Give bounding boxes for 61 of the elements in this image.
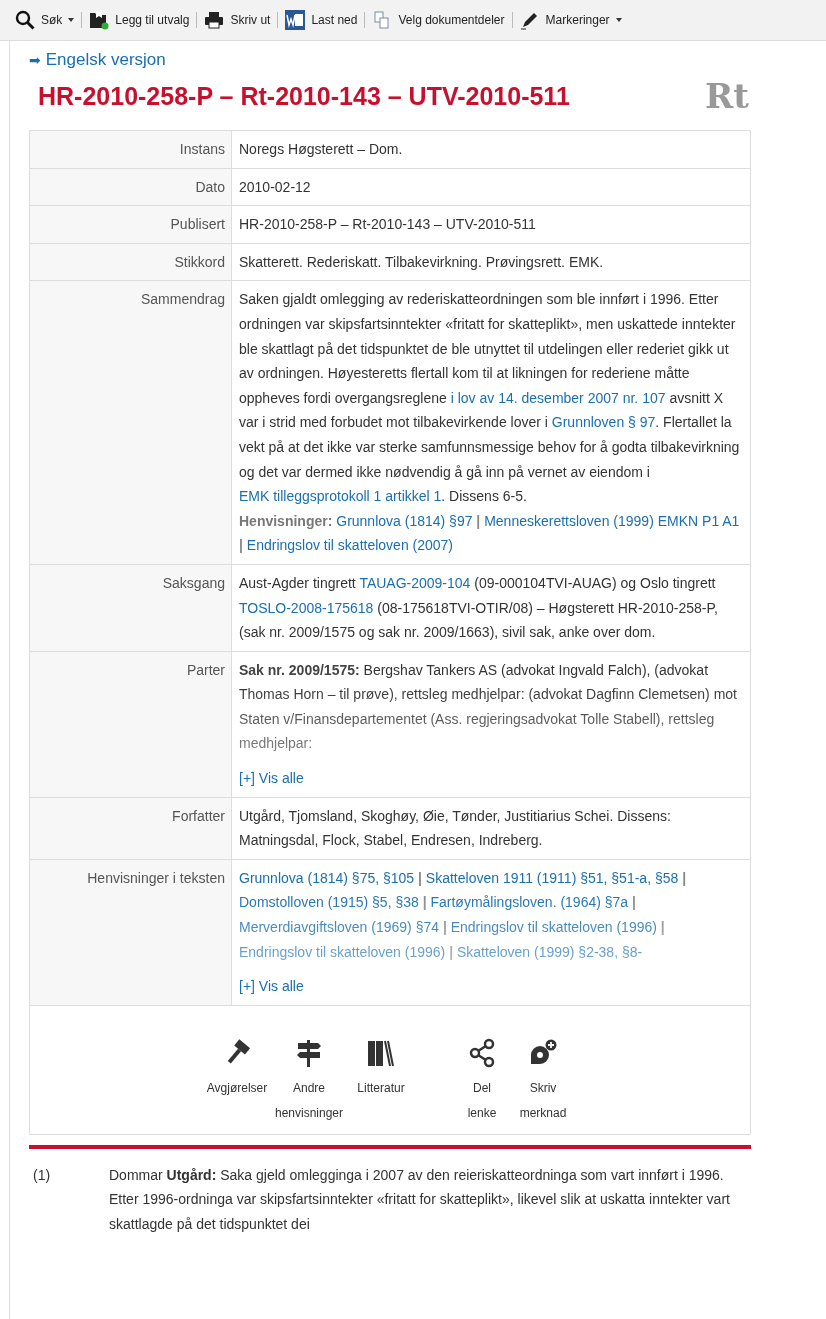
- field-value: Aust-Agder tingrett TAUAG-2009-104 (09-000104TVI-AUAG) og Oslo tingrett TOSLO-2008-175618 (08-175618TVI-OTIR/08) – Høgsterett HR-2010-258-P, (sak nr. 2009/1575 og sak nr. 2009/1663), sivil sak, anke over dom.: [239, 573, 719, 643]
- link[interactable]: §58: [654, 869, 679, 886]
- link[interactable]: Endringslov til skatteloven (2007): [246, 537, 454, 554]
- link[interactable]: Merverdiavgiftsloven (1969) §74: [239, 919, 439, 936]
- field-label: Stikkord: [30, 243, 232, 281]
- link[interactable]: Grunnloven § 97: [551, 414, 656, 431]
- pen-icon: [519, 10, 540, 30]
- action-button[interactable]: Del lenke: [460, 1037, 504, 1126]
- link[interactable]: Domstolloven (1915) §5, §38: [239, 894, 419, 911]
- link[interactable]: Grunnlova (1814) §97: [336, 512, 473, 529]
- toolbar-button[interactable]: Legg til utvalg: [86, 8, 193, 32]
- field-label: Instans: [30, 131, 232, 168]
- field-label: Dato: [30, 168, 232, 206]
- link[interactable]: TOSLO-2008-175618: [239, 599, 374, 616]
- action-button[interactable]: Litteratur: [348, 1037, 414, 1126]
- caret-icon: [68, 18, 75, 22]
- link[interactable]: i lov av 14. desember 2007 nr. 107: [450, 389, 666, 406]
- field-label: Henvisninger i teksten: [30, 859, 232, 1005]
- link[interactable]: EMKN P1 A1: [657, 512, 740, 529]
- paragraph-text: Dommar Utgård: Saka gjeld omlegginga i 2007 av den reieriskatteordninga som vart innført i 1996. Etter 1996-ordninga var skipsfartsinntekter «fritatt for skatteplikt», likevel slik at uskatta inntekter vart skattlagde på det tidspunktet dei: [109, 1165, 731, 1234]
- toolbar-button[interactable]: Markeringer: [516, 8, 625, 32]
- toolbar-button[interactable]: Last ned: [282, 8, 361, 32]
- link[interactable]: TAUAG-2009-104: [359, 574, 471, 591]
- field-value: HR-2010-258-P – Rt-2010-143 – UTV-2010-511: [239, 215, 537, 235]
- field-value: Grunnlova (1814) §75, §105 | Skatteloven 1911 (1911) §51, §51-a, §58 | Domstolloven (1915) §5, §38 | Fartøymålingsloven. (1964) §7a | Merverdiavgiftsloven (1969) §74 | Endringslov til skatteloven (1996) | Endringslov til skatteloven (1996) | Skatteloven (1999) §2-38, §8-: [239, 868, 688, 962]
- logo: Rt: [705, 76, 749, 116]
- share-icon: [467, 1037, 497, 1068]
- toolbar-button[interactable]: Velg dokumentdeler: [369, 8, 508, 32]
- field-label: Saksgang: [30, 564, 232, 651]
- english-version-link[interactable]: ➡ Engelsk versjon: [29, 50, 166, 70]
- link[interactable]: Grunnlova (1814) §75, §105: [239, 869, 415, 886]
- field-value: Saken gjaldt omlegging av rederiskatteordningen som ble innført i 1996. Etter ordningen var skipsfartsinntekter «fritatt for skatteplikt», men uskattede inntekter ble skattlagt på det tidspunktet de ble utnyttet til utdelingen eller rederiet gikk ut av ordningen. Høyesteretts flertall kom til at likningen for rederiene måtte oppheves fordi overgangsreglene i lov av 14. desember 2007 nr. 107 avsnitt X var i strid med forbudet mot tilbakevirkende lover i Grunnloven § 97. Flertallet la vekt på at det ikke var sterke samfunnsmessige behov for å godta tilbakevirkning og det var dermed ikke nødvendig å gå inn på vernet av eiendom i EMK tilleggsprotokoll 1 artikkel 1. Dissens 6-5. Henvisninger: Grunnlova (1814) §97 | Menneskerettsloven (1999) EMKN P1 A1 | Endringslov til skatteloven (2007): [239, 290, 741, 556]
- field-value: 2010-02-12: [239, 177, 312, 197]
- link[interactable]: Skatteloven 1911 (1911) §51, §51-a,: [425, 869, 652, 886]
- field-label: Sammendrag: [30, 281, 232, 564]
- field-label: Forfatter: [30, 797, 232, 859]
- field-value: Skatterett. Rederiskatt. Tilbakevirkning. Prøvingsrett. EMK.: [239, 252, 605, 272]
- link[interactable]: Endringslov til skatteloven (1996): [450, 919, 657, 936]
- paragraph-number: (1): [32, 1165, 52, 1185]
- action-button[interactable]: Avgjørelser: [204, 1037, 270, 1126]
- field-label: Parter: [30, 651, 232, 797]
- show-all-link[interactable]: [+] Vis alle: [239, 766, 304, 791]
- field-value: Utgård, Tjomsland, Skoghøy, Øie, Tønder, Justitiarius Schei. Dissens: Matningsdal, Flock, Stabel, Endresen, Indreberg.: [239, 806, 672, 851]
- link[interactable]: Endringslov til skatteloven (1996): [239, 943, 446, 960]
- toolbar-button[interactable]: Skriv ut: [201, 8, 274, 32]
- field-label: Publisert: [30, 206, 232, 243]
- toolbar-button[interactable]: Søk: [12, 8, 78, 32]
- printer-icon: [204, 10, 225, 30]
- word-document-icon: [285, 10, 306, 30]
- show-all-link[interactable]: [+] Vis alle: [239, 974, 304, 999]
- action-button[interactable]: Andre henvisninger: [276, 1037, 342, 1126]
- link[interactable]: Fartøymålingsloven. (1964) §7a: [430, 894, 629, 911]
- search-icon: [15, 10, 35, 30]
- caret-icon: [615, 18, 622, 22]
- link[interactable]: Skatteloven (1999) §2-38, §8-: [456, 943, 643, 960]
- add-to-folder-icon: [89, 10, 110, 30]
- link[interactable]: Menneskerettsloven (1999): [484, 512, 654, 529]
- field-value: Sak nr. 2009/1575: Bergshav Tankers AS (advokat Ingvald Falch), (advokat Thomas Horn – til prøve), rettsleg medhjelpar: (advokat Dagfinn Clemetsen) mot Staten v/Finansdepartementet (Ass. regjeringsadvokat Tolle Stabell), rettsleg medhjelpar:: [239, 660, 738, 754]
- document-title: HR-2010-258-P – Rt-2010-143 – UTV-2010-511: [38, 81, 570, 111]
- action-button[interactable]: Skriv merknad: [510, 1037, 576, 1126]
- field-value: Noregs Høgsterett – Dom.: [239, 140, 404, 159]
